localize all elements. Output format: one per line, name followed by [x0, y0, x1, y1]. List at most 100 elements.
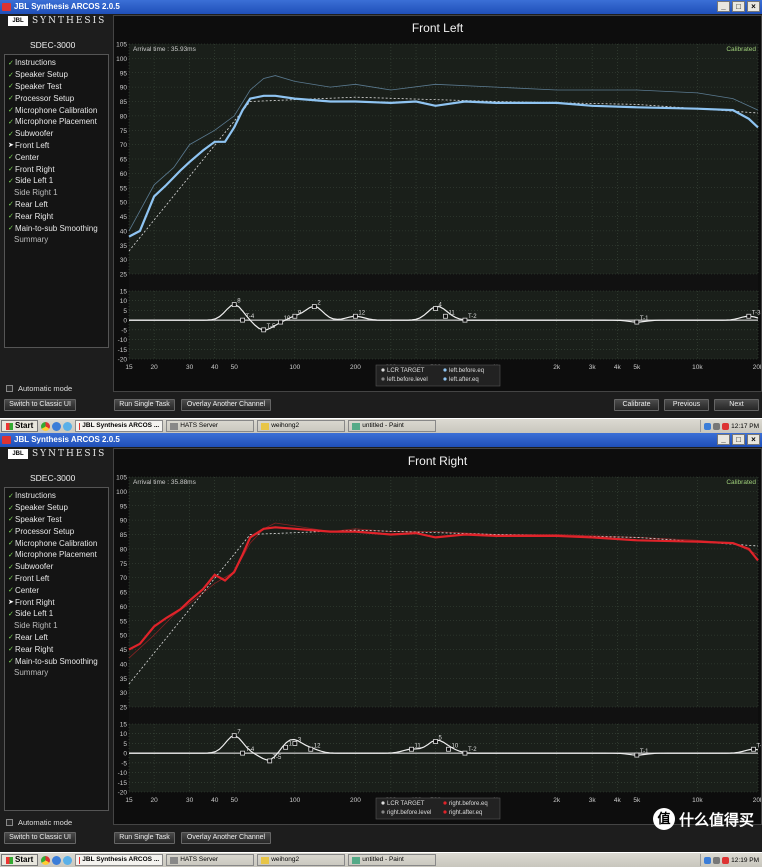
- sidebar-item-instructions[interactable]: ✓ Instructions: [5, 490, 108, 502]
- maximize-button[interactable]: □: [732, 434, 745, 445]
- sidebar-item-side-left-1[interactable]: ✓ Side Left 1: [5, 608, 108, 620]
- sidebar-item-center[interactable]: ✓ Center: [5, 151, 108, 163]
- sidebar-item-side-right-1[interactable]: Side Right 1: [5, 187, 108, 199]
- y-tick-label: 65: [120, 157, 128, 164]
- sidebar-item-speaker-setup[interactable]: ✓ Speaker Setup: [5, 502, 108, 514]
- run-single-task-button[interactable]: Run Single Task: [114, 832, 175, 844]
- plot-gap: [129, 274, 758, 291]
- chrome-icon[interactable]: [41, 855, 51, 865]
- automatic-mode-toggle[interactable]: Automatic mode: [6, 384, 72, 393]
- ie-icon[interactable]: [52, 421, 62, 431]
- taskbar-item-folder[interactable]: weihong2: [257, 420, 346, 432]
- sidebar-item-rear-right[interactable]: ✓ Rear Right: [5, 210, 108, 222]
- sidebar-item-front-left[interactable]: ✓ Front Left: [5, 573, 108, 585]
- tray-security-icon[interactable]: [722, 856, 730, 864]
- sidebar-item-label: Front Right: [15, 164, 55, 174]
- taskbar-item-paint[interactable]: untitled - Paint: [348, 420, 437, 432]
- sidebar-item-front-right[interactable]: ✓ Front Right: [5, 163, 108, 175]
- sidebar-item-label: Microphone Placement: [15, 117, 97, 127]
- sidebar-item-subwoofer[interactable]: ✓ Subwoofer: [5, 561, 108, 573]
- sidebar-item-microphone-placement[interactable]: ✓ Microphone Placement: [5, 116, 108, 128]
- y-tick-label: 35: [120, 243, 128, 250]
- eq-filter-marker: [283, 744, 289, 750]
- watermark-text: 什么值得买: [678, 811, 754, 829]
- minimize-button[interactable]: _: [717, 1, 730, 12]
- sidebar-item-label: Rear Left: [15, 632, 48, 642]
- media-icon[interactable]: [63, 421, 73, 431]
- sidebar-item-label: Summary: [14, 235, 49, 245]
- taskbar-item-arcos[interactable]: JBL Synthesis ARCOS ...: [75, 420, 164, 432]
- start-button[interactable]: Start: [1, 854, 39, 866]
- sidebar-item-speaker-test[interactable]: ✓ Speaker Test: [5, 81, 108, 93]
- sidebar-item-rear-left[interactable]: ✓ Rear Left: [5, 199, 108, 211]
- x-tick-label: 2k: [553, 797, 561, 804]
- run-single-task-button[interactable]: Run Single Task: [114, 399, 175, 411]
- clock[interactable]: 12:17 PM: [731, 423, 759, 430]
- next-button[interactable]: Next: [714, 399, 759, 411]
- sidebar-item-summary[interactable]: Summary: [5, 667, 108, 679]
- overlay-channel-button[interactable]: Overlay Another Channel: [181, 832, 271, 844]
- automatic-mode-checkbox[interactable]: [6, 819, 13, 826]
- clock[interactable]: 12:19 PM: [731, 857, 759, 864]
- sidebar-item-microphone-placement[interactable]: ✓ Microphone Placement: [5, 549, 108, 561]
- x-tick-label: 5k: [633, 797, 641, 804]
- taskbar-item-hats[interactable]: HATS Server: [166, 420, 255, 432]
- arrival-time: Arrival time : 35.88ms: [133, 479, 197, 486]
- taskbar-item-arcos[interactable]: JBL Synthesis ARCOS ...: [75, 854, 164, 866]
- x-tick-label: 200: [350, 364, 361, 371]
- chrome-icon[interactable]: [41, 421, 51, 431]
- jbl-synthesis-logo: JBL SYNTHESIS: [8, 449, 106, 459]
- sidebar-item-main-to-sub-smoothing[interactable]: ✓ Main-to-sub Smoothing: [5, 655, 108, 667]
- window-titlebar[interactable]: JBL Synthesis ARCOS 2.0.5 _ □ ×: [0, 433, 762, 447]
- sidebar-item-front-right[interactable]: ➤ Front Right: [5, 596, 108, 608]
- sidebar-item-rear-right[interactable]: ✓ Rear Right: [5, 643, 108, 655]
- sidebar-item-subwoofer[interactable]: ✓ Subwoofer: [5, 128, 108, 140]
- taskbar-item-hats[interactable]: HATS Server: [166, 854, 255, 866]
- check-icon: ✓: [8, 201, 14, 209]
- sidebar-item-rear-left[interactable]: ✓ Rear Left: [5, 632, 108, 644]
- eq-filter-label: T-5: [273, 755, 282, 761]
- sidebar-item-processor-setup[interactable]: ✓ Processor Setup: [5, 92, 108, 104]
- start-button[interactable]: Start: [1, 420, 39, 432]
- switch-classic-ui-button[interactable]: Switch to Classic UI: [4, 399, 76, 411]
- minimize-button[interactable]: _: [717, 434, 730, 445]
- tray-security-icon[interactable]: [722, 422, 730, 430]
- x-tick-label: 100: [289, 364, 300, 371]
- switch-classic-ui-button[interactable]: Switch to Classic UI: [4, 832, 76, 844]
- taskbar-item-paint[interactable]: untitled - Paint: [348, 854, 437, 866]
- current-arrow-icon: ➤: [8, 142, 14, 150]
- sidebar-item-microphone-calibration[interactable]: ✓ Microphone Calibration: [5, 537, 108, 549]
- sidebar-item-front-left[interactable]: ➤ Front Left: [5, 140, 108, 152]
- sidebar-item-side-right-1[interactable]: Side Right 1: [5, 620, 108, 632]
- tray-network-icon[interactable]: [704, 856, 712, 864]
- sidebar-item-processor-setup[interactable]: ✓ Processor Setup: [5, 525, 108, 537]
- maximize-button[interactable]: □: [732, 1, 745, 12]
- previous-button[interactable]: Previous: [664, 399, 709, 411]
- sidebar-item-center[interactable]: ✓ Center: [5, 584, 108, 596]
- media-icon[interactable]: [63, 855, 73, 865]
- close-button[interactable]: ×: [747, 434, 760, 445]
- automatic-mode-toggle[interactable]: Automatic mode: [6, 818, 72, 827]
- automatic-mode-checkbox[interactable]: [6, 385, 13, 392]
- calibrate-button[interactable]: Calibrate: [614, 399, 659, 411]
- sidebar-item-instructions[interactable]: ✓ Instructions: [5, 57, 108, 69]
- sidebar-item-side-left-1[interactable]: ✓ Side Left 1: [5, 175, 108, 187]
- overlay-channel-button[interactable]: Overlay Another Channel: [181, 399, 271, 411]
- tray-volume-icon[interactable]: [713, 856, 721, 864]
- tray-volume-icon[interactable]: [713, 422, 721, 430]
- legend-label: LCR TARGET: [387, 368, 425, 374]
- ie-icon[interactable]: [52, 855, 62, 865]
- window-titlebar[interactable]: JBL Synthesis ARCOS 2.0.5 _ □ ×: [0, 0, 762, 14]
- tray-network-icon[interactable]: [704, 422, 712, 430]
- sidebar-item-summary[interactable]: Summary: [5, 234, 108, 246]
- x-tick-label: 5k: [633, 364, 641, 371]
- close-button[interactable]: ×: [747, 1, 760, 12]
- check-icon: ✓: [8, 177, 14, 185]
- check-icon: ✓: [8, 83, 14, 91]
- x-tick-label: 3k: [589, 797, 597, 804]
- taskbar-item-folder[interactable]: weihong2: [257, 854, 346, 866]
- sidebar-item-microphone-calibration[interactable]: ✓ Microphone Calibration: [5, 104, 108, 116]
- sidebar-item-speaker-setup[interactable]: ✓ Speaker Setup: [5, 69, 108, 81]
- sidebar-item-main-to-sub-smoothing[interactable]: ✓ Main-to-sub Smoothing: [5, 222, 108, 234]
- sidebar-item-speaker-test[interactable]: ✓ Speaker Test: [5, 514, 108, 526]
